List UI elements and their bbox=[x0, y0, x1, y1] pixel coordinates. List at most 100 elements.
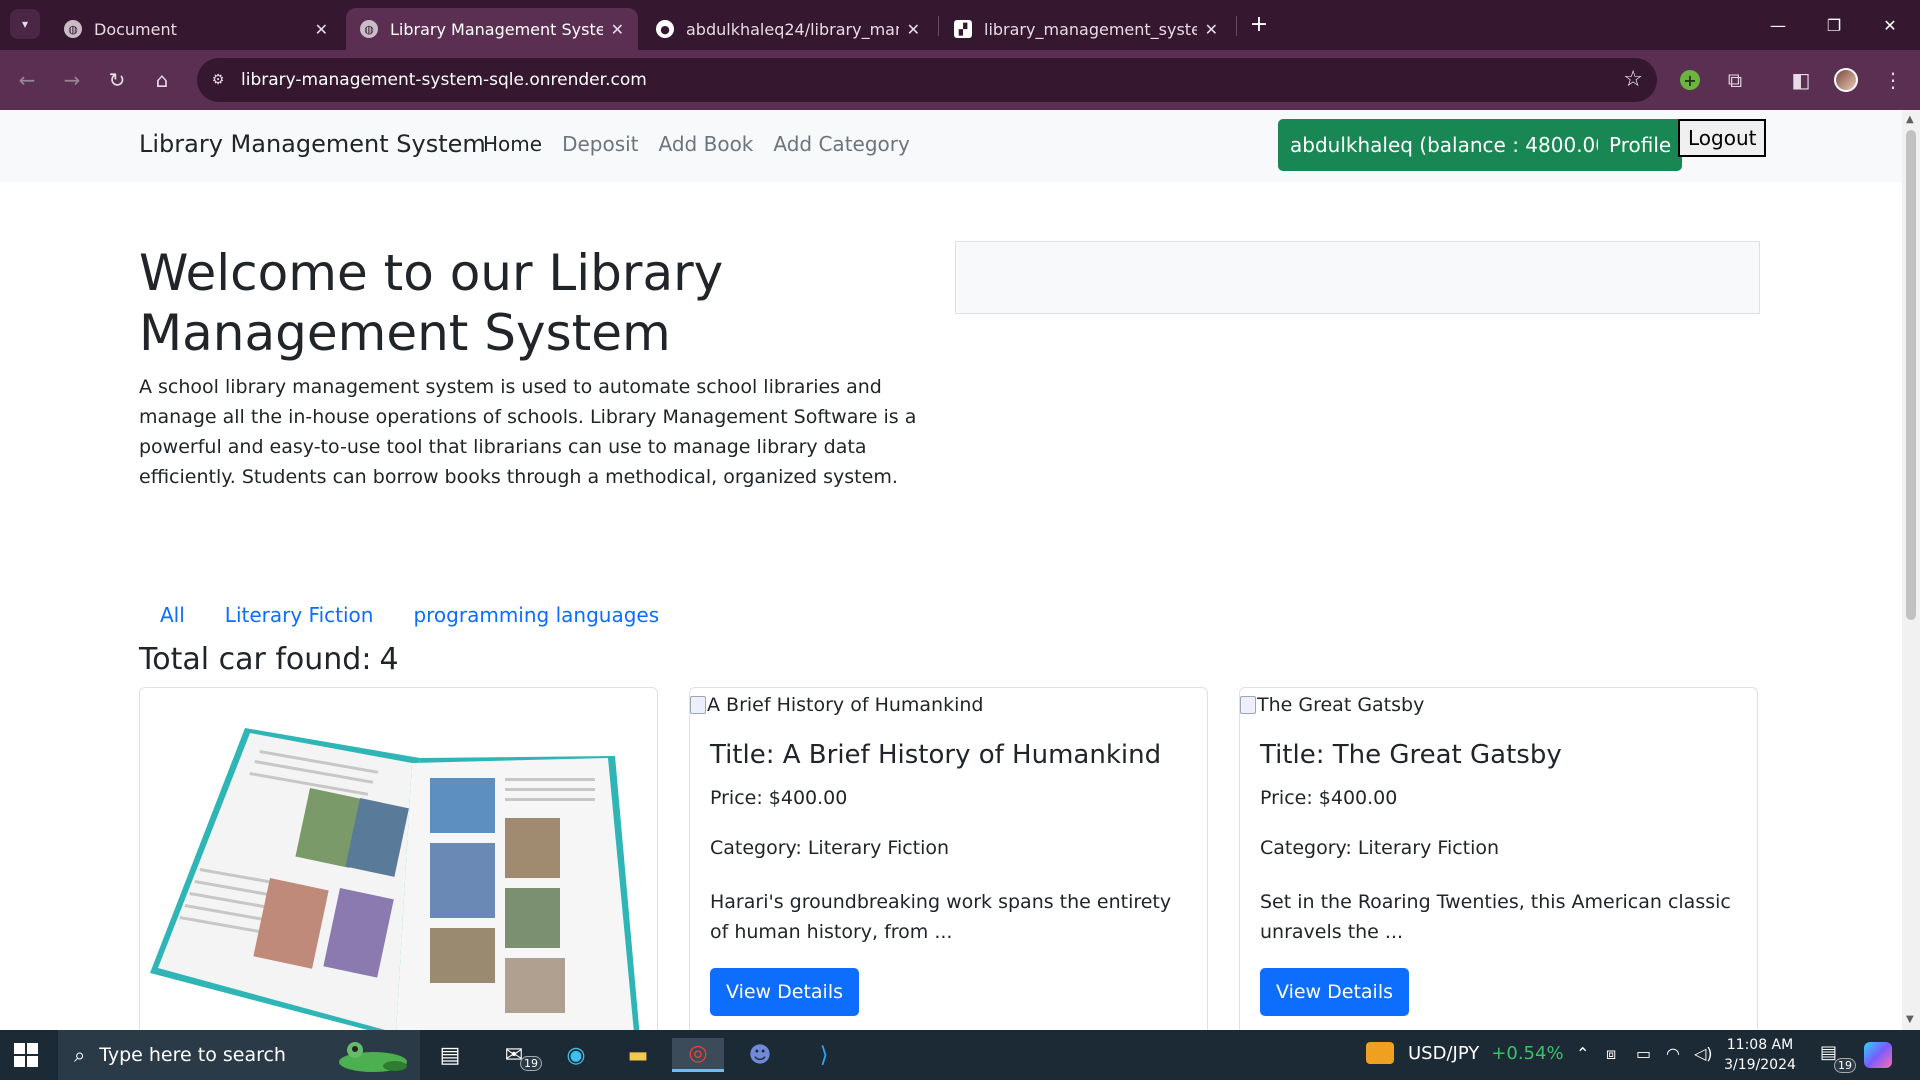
scroll-up-icon[interactable]: ▲ bbox=[1906, 114, 1914, 125]
close-icon[interactable]: ✕ bbox=[611, 20, 624, 39]
chevron-down-icon: ▾ bbox=[21, 17, 29, 31]
profile-button[interactable]: Profile bbox=[1598, 119, 1683, 171]
nav-link-add-category[interactable]: Add Category bbox=[773, 132, 909, 156]
site-navbar: Library Management System Home Deposit A… bbox=[0, 110, 1902, 182]
volume-icon[interactable]: ◁) bbox=[1694, 1044, 1713, 1063]
battery-icon[interactable]: ▭ bbox=[1636, 1044, 1651, 1063]
book-category: Category: Literary Fiction bbox=[1260, 837, 1500, 859]
tab-document[interactable]: ◍ Document ✕ bbox=[50, 8, 342, 50]
nav-link-deposit[interactable]: Deposit bbox=[562, 132, 638, 156]
broken-image-icon bbox=[1240, 696, 1256, 714]
tab-search-button[interactable]: ▾ bbox=[10, 9, 40, 39]
page-scrollbar[interactable]: ▲ ▼ bbox=[1902, 110, 1920, 1030]
vscode-icon[interactable]: ⟩ bbox=[806, 1038, 842, 1072]
filter-all[interactable]: All bbox=[160, 603, 185, 627]
book-title: Title: The Great Gatsby bbox=[1260, 740, 1562, 770]
close-icon[interactable]: ✕ bbox=[315, 20, 328, 39]
close-window-button[interactable]: ✕ bbox=[1862, 0, 1918, 50]
new-tab-button[interactable]: + bbox=[1245, 10, 1273, 38]
tab-title: library_management_system · V bbox=[984, 19, 1197, 39]
system-clock[interactable]: 11:08 AM 3/19/2024 bbox=[1720, 1035, 1800, 1075]
nav-link-home[interactable]: Home bbox=[483, 132, 542, 156]
notification-badge: 19 bbox=[1834, 1058, 1856, 1073]
tab-separator bbox=[1236, 16, 1237, 36]
puzzle-icon: ⧉ bbox=[1727, 68, 1743, 92]
globe-icon: ◍ bbox=[64, 20, 82, 38]
filter-literary-fiction[interactable]: Literary Fiction bbox=[225, 603, 374, 627]
reload-button[interactable]: ↻ bbox=[102, 65, 132, 95]
hero-description: A school library management system is us… bbox=[139, 376, 917, 488]
filter-programming-languages[interactable]: programming languages bbox=[413, 603, 659, 627]
book-card: The Great Gatsby Title: The Great Gatsby… bbox=[1239, 687, 1758, 1030]
restore-icon: ❐ bbox=[1826, 15, 1842, 35]
navbar-brand[interactable]: Library Management System bbox=[139, 130, 486, 158]
taskbar-search-placeholder: Type here to search bbox=[99, 1044, 286, 1066]
restore-button[interactable]: ❐ bbox=[1806, 0, 1862, 50]
url-text[interactable]: library-management-system-sqle.onrender.… bbox=[241, 70, 647, 90]
render-icon: ▞ bbox=[954, 20, 972, 38]
book-image: A Brief History of Humankind bbox=[690, 694, 983, 716]
scrollbar-thumb[interactable] bbox=[1906, 130, 1916, 620]
reload-icon: ↻ bbox=[108, 68, 126, 92]
browser-tab-bar: ▾ ◍ Document ✕ ◍ Library Management Syst… bbox=[0, 0, 1920, 50]
home-button[interactable]: ⌂ bbox=[147, 65, 177, 95]
minimize-icon: — bbox=[1770, 15, 1786, 35]
view-details-button[interactable]: View Details bbox=[710, 968, 859, 1016]
scroll-down-icon[interactable]: ▼ bbox=[1906, 1014, 1914, 1025]
browser-menu-button[interactable]: ⋮ bbox=[1878, 65, 1908, 95]
total-count: 4 bbox=[379, 642, 399, 677]
book-cover-image bbox=[150, 728, 640, 1030]
book-description: Harari's groundbreaking work spans the e… bbox=[710, 891, 1172, 943]
tab-title: Library Management System bbox=[390, 19, 603, 39]
broken-image-icon bbox=[690, 696, 706, 714]
close-icon[interactable]: ✕ bbox=[1205, 20, 1218, 39]
home-icon: ⌂ bbox=[155, 68, 169, 92]
nav-link-add-book[interactable]: Add Book bbox=[659, 132, 754, 156]
side-panel-button[interactable]: ◧ bbox=[1786, 65, 1816, 95]
user-balance-button[interactable]: abdulkhaleq (balance : 4800.00) bbox=[1278, 119, 1628, 171]
search-highlight-frog-icon bbox=[339, 1042, 407, 1072]
plus-icon: + bbox=[1249, 11, 1269, 37]
meet-now-icon[interactable]: ⧈ bbox=[1606, 1044, 1616, 1064]
back-button[interactable]: ← bbox=[12, 65, 42, 95]
nav-links: Home Deposit Add Book Add Category bbox=[483, 132, 910, 156]
site-info-icon[interactable]: ⚙ bbox=[207, 69, 229, 91]
avatar bbox=[1834, 68, 1858, 92]
book-image: The Great Gatsby bbox=[1240, 694, 1424, 716]
address-bar[interactable]: ⚙ library-management-system-sqle.onrende… bbox=[197, 58, 1657, 102]
copilot-icon[interactable] bbox=[1864, 1042, 1892, 1068]
bookmark-star-icon[interactable]: ☆ bbox=[1623, 67, 1643, 92]
chrome-icon[interactable]: ◎ bbox=[672, 1038, 724, 1072]
tab-render[interactable]: ▞ library_management_system · V ✕ bbox=[940, 8, 1232, 50]
wifi-icon[interactable]: ◠ bbox=[1666, 1044, 1680, 1063]
book-price: Price: $400.00 bbox=[710, 787, 848, 809]
task-view-icon[interactable]: ▤ bbox=[432, 1038, 468, 1072]
discord-icon[interactable]: ☻ bbox=[742, 1038, 778, 1072]
tab-github[interactable]: ● abdulkhaleq24/library_manage ✕ bbox=[642, 8, 934, 50]
image-alt-text: A Brief History of Humankind bbox=[707, 694, 984, 716]
stock-widget[interactable]: USD/JPY +0.54% bbox=[1366, 1042, 1564, 1064]
extensions-button[interactable]: ⧉ bbox=[1720, 65, 1750, 95]
arrow-left-icon: ← bbox=[18, 68, 36, 92]
close-icon[interactable]: ✕ bbox=[907, 20, 920, 39]
forward-button[interactable]: → bbox=[57, 65, 87, 95]
minimize-button[interactable]: — bbox=[1750, 0, 1806, 50]
close-icon: ✕ bbox=[1883, 15, 1897, 35]
browser-toolbar: ← → ↻ ⌂ ⚙ library-management-system-sqle… bbox=[0, 50, 1920, 110]
windows-start-icon[interactable] bbox=[14, 1043, 38, 1067]
extension-button[interactable]: + bbox=[1675, 65, 1705, 95]
tab-library-management-system[interactable]: ◍ Library Management System ✕ bbox=[346, 8, 638, 50]
windows-taskbar: ⌕ Type here to search ▤ ✉ 19 ◉ ▬ ◎ ☻ ⟩ U… bbox=[0, 1030, 1920, 1080]
book-title: Title: A Brief History of Humankind bbox=[710, 740, 1162, 770]
edge-icon[interactable]: ◉ bbox=[558, 1038, 594, 1072]
profile-avatar-button[interactable] bbox=[1831, 65, 1861, 95]
mail-badge: 19 bbox=[520, 1056, 542, 1071]
search-icon: ⌕ bbox=[74, 1043, 86, 1067]
chevron-up-icon[interactable]: ⌃ bbox=[1576, 1044, 1589, 1063]
view-details-button[interactable]: View Details bbox=[1260, 968, 1409, 1016]
file-explorer-icon[interactable]: ▬ bbox=[620, 1038, 656, 1072]
logout-button[interactable]: Logout bbox=[1678, 119, 1767, 157]
clock-time: 11:08 AM bbox=[1726, 1037, 1794, 1053]
image-alt-text: The Great Gatsby bbox=[1257, 694, 1425, 716]
hero-image-placeholder bbox=[955, 241, 1760, 314]
